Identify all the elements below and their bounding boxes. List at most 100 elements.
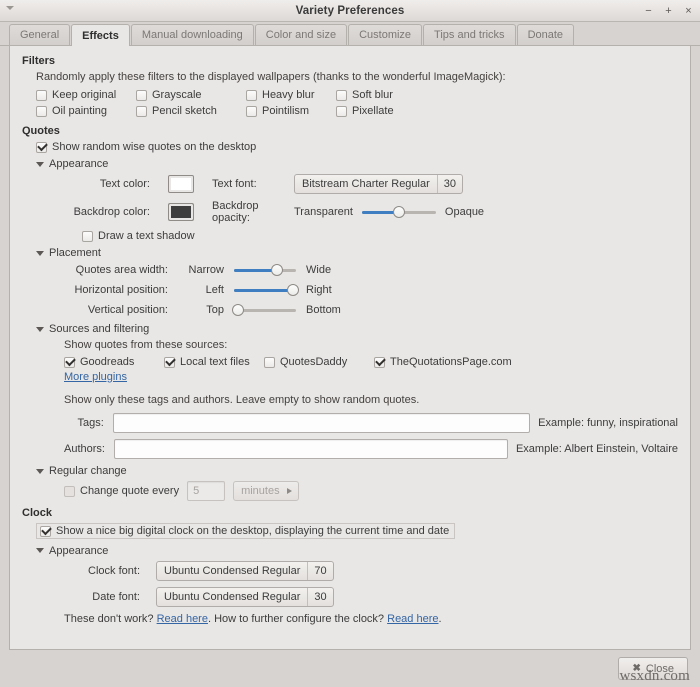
filters-group-title: Filters [22, 55, 678, 67]
quotes-area-width-slider[interactable] [234, 263, 296, 277]
filter-pointilism[interactable]: Pointilism [246, 105, 336, 117]
filter-label: Pixellate [352, 105, 394, 117]
checkbox-icon [246, 106, 257, 117]
text-font-button[interactable]: Bitstream Charter Regular 30 [294, 174, 463, 194]
tab-effects[interactable]: Effects [71, 24, 130, 46]
backdrop-opacity-slider[interactable] [362, 205, 436, 219]
action-bar: ✖ Close wsxdn.com [0, 650, 700, 687]
tags-input[interactable] [113, 413, 530, 433]
close-icon[interactable]: × [683, 6, 694, 17]
tags-label: Tags: [64, 417, 104, 429]
window-menu-icon[interactable] [6, 6, 14, 10]
change-interval-input[interactable]: 5 [187, 481, 225, 501]
quotes-placement-expander[interactable]: Placement [36, 247, 678, 259]
show-clock-checkbox[interactable]: Show a nice big digital clock on the des… [36, 523, 455, 539]
clock-font-button[interactable]: Ubuntu Condensed Regular 70 [156, 561, 334, 581]
clock-help-link-2[interactable]: Read here [387, 613, 438, 625]
text-color-swatch[interactable] [168, 175, 194, 193]
vertical-position-max-label: Bottom [306, 304, 341, 316]
quotes-appearance-expander[interactable]: Appearance [36, 158, 678, 170]
sources-checkbox-grid: Goodreads Local text files QuotesDaddy T… [64, 356, 678, 368]
filter-grayscale[interactable]: Grayscale [136, 89, 246, 101]
backdrop-color-swatch[interactable] [168, 203, 194, 221]
checkbox-icon [82, 231, 93, 242]
clock-font-label: Clock font: [64, 565, 140, 577]
clock-font-size: 70 [307, 562, 332, 580]
quotes-appearance-label: Appearance [49, 158, 108, 170]
change-quote-every-checkbox[interactable]: Change quote every [64, 485, 179, 497]
checkbox-icon [336, 106, 347, 117]
checkbox-icon [40, 526, 51, 537]
effects-page: Filters Randomly apply these filters to … [9, 46, 691, 650]
filters-checkbox-grid: Keep original Grayscale Heavy blur Soft … [36, 89, 678, 117]
source-thequotationspage[interactable]: TheQuotationsPage.com [374, 356, 678, 368]
minimize-icon[interactable]: − [643, 6, 654, 17]
quotes-sources-expander[interactable]: Sources and filtering [36, 323, 678, 335]
tab-general[interactable]: General [9, 24, 70, 45]
filter-label: Pointilism [262, 105, 309, 117]
quotes-area-width-max-label: Wide [306, 264, 331, 276]
vertical-position-slider[interactable] [234, 303, 296, 317]
window-controls: − + × [643, 0, 694, 22]
show-random-quotes-checkbox[interactable]: Show random wise quotes on the desktop [36, 141, 678, 153]
source-quotesdaddy[interactable]: QuotesDaddy [264, 356, 374, 368]
quotes-regular-change-expander[interactable]: Regular change [36, 465, 678, 477]
tab-color-and-size[interactable]: Color and size [255, 24, 347, 45]
filter-oil-painting[interactable]: Oil painting [36, 105, 136, 117]
clock-help-link-1[interactable]: Read here [157, 613, 208, 625]
source-label: Goodreads [80, 356, 134, 368]
filter-soft-blur[interactable]: Soft blur [336, 89, 436, 101]
checkbox-icon [36, 142, 47, 153]
chevron-down-icon [36, 548, 44, 553]
more-plugins-link[interactable]: More plugins [64, 371, 127, 383]
slider-knob[interactable] [232, 304, 244, 316]
slider-knob[interactable] [393, 206, 405, 218]
change-quote-every-label: Change quote every [80, 485, 179, 497]
clock-appearance-expander[interactable]: Appearance [36, 545, 678, 557]
draw-text-shadow-checkbox[interactable]: Draw a text shadow [82, 230, 678, 242]
source-local-text-files[interactable]: Local text files [164, 356, 264, 368]
filter-pencil-sketch[interactable]: Pencil sketch [136, 105, 246, 117]
maximize-icon[interactable]: + [663, 6, 674, 17]
filter-keep-original[interactable]: Keep original [36, 89, 136, 101]
title-bar: Variety Preferences − + × [0, 0, 700, 22]
tab-tips-and-tricks[interactable]: Tips and tricks [423, 24, 516, 45]
slider-knob[interactable] [287, 284, 299, 296]
authors-row: Authors: Example: Albert Einstein, Volta… [64, 439, 678, 459]
checkbox-icon [36, 90, 47, 101]
chevron-down-icon [36, 251, 44, 256]
tab-manual-downloading[interactable]: Manual downloading [131, 24, 254, 45]
source-label: QuotesDaddy [280, 356, 347, 368]
preferences-window: Variety Preferences − + × General Effect… [0, 0, 700, 687]
draw-text-shadow-label: Draw a text shadow [98, 230, 195, 242]
authors-label: Authors: [64, 443, 105, 455]
filters-description: Randomly apply these filters to the disp… [36, 71, 678, 83]
horizontal-position-slider[interactable] [234, 283, 296, 297]
backdrop-opacity-label: Backdrop opacity: [212, 200, 294, 224]
checkbox-icon [64, 486, 75, 497]
chevron-right-icon [287, 488, 292, 494]
date-font-row: Date font: Ubuntu Condensed Regular 30 [64, 587, 678, 607]
source-label: TheQuotationsPage.com [390, 356, 512, 368]
quotes-regular-change-label: Regular change [49, 465, 127, 477]
window-title: Variety Preferences [0, 5, 700, 17]
text-color-row: Text color: Text font: Bitstream Charter… [64, 174, 678, 194]
tab-donate[interactable]: Donate [517, 24, 574, 45]
filter-label: Oil painting [52, 105, 107, 117]
filter-pixellate[interactable]: Pixellate [336, 105, 436, 117]
change-interval-unit-dropdown[interactable]: minutes [233, 481, 299, 501]
authors-input[interactable] [114, 439, 508, 459]
opacity-max-label: Opaque [445, 206, 484, 218]
tab-customize[interactable]: Customize [348, 24, 422, 45]
date-font-button[interactable]: Ubuntu Condensed Regular 30 [156, 587, 334, 607]
tags-authors-description: Show only these tags and authors. Leave … [64, 394, 678, 406]
clock-help-suffix: . [439, 613, 442, 625]
source-label: Local text files [180, 356, 250, 368]
source-goodreads[interactable]: Goodreads [64, 356, 164, 368]
filter-label: Grayscale [152, 89, 202, 101]
filter-heavy-blur[interactable]: Heavy blur [246, 89, 336, 101]
change-quote-every-row: Change quote every 5 minutes [64, 481, 678, 501]
text-font-label: Text font: [212, 178, 294, 190]
slider-fill [234, 289, 293, 292]
slider-knob[interactable] [271, 264, 283, 276]
